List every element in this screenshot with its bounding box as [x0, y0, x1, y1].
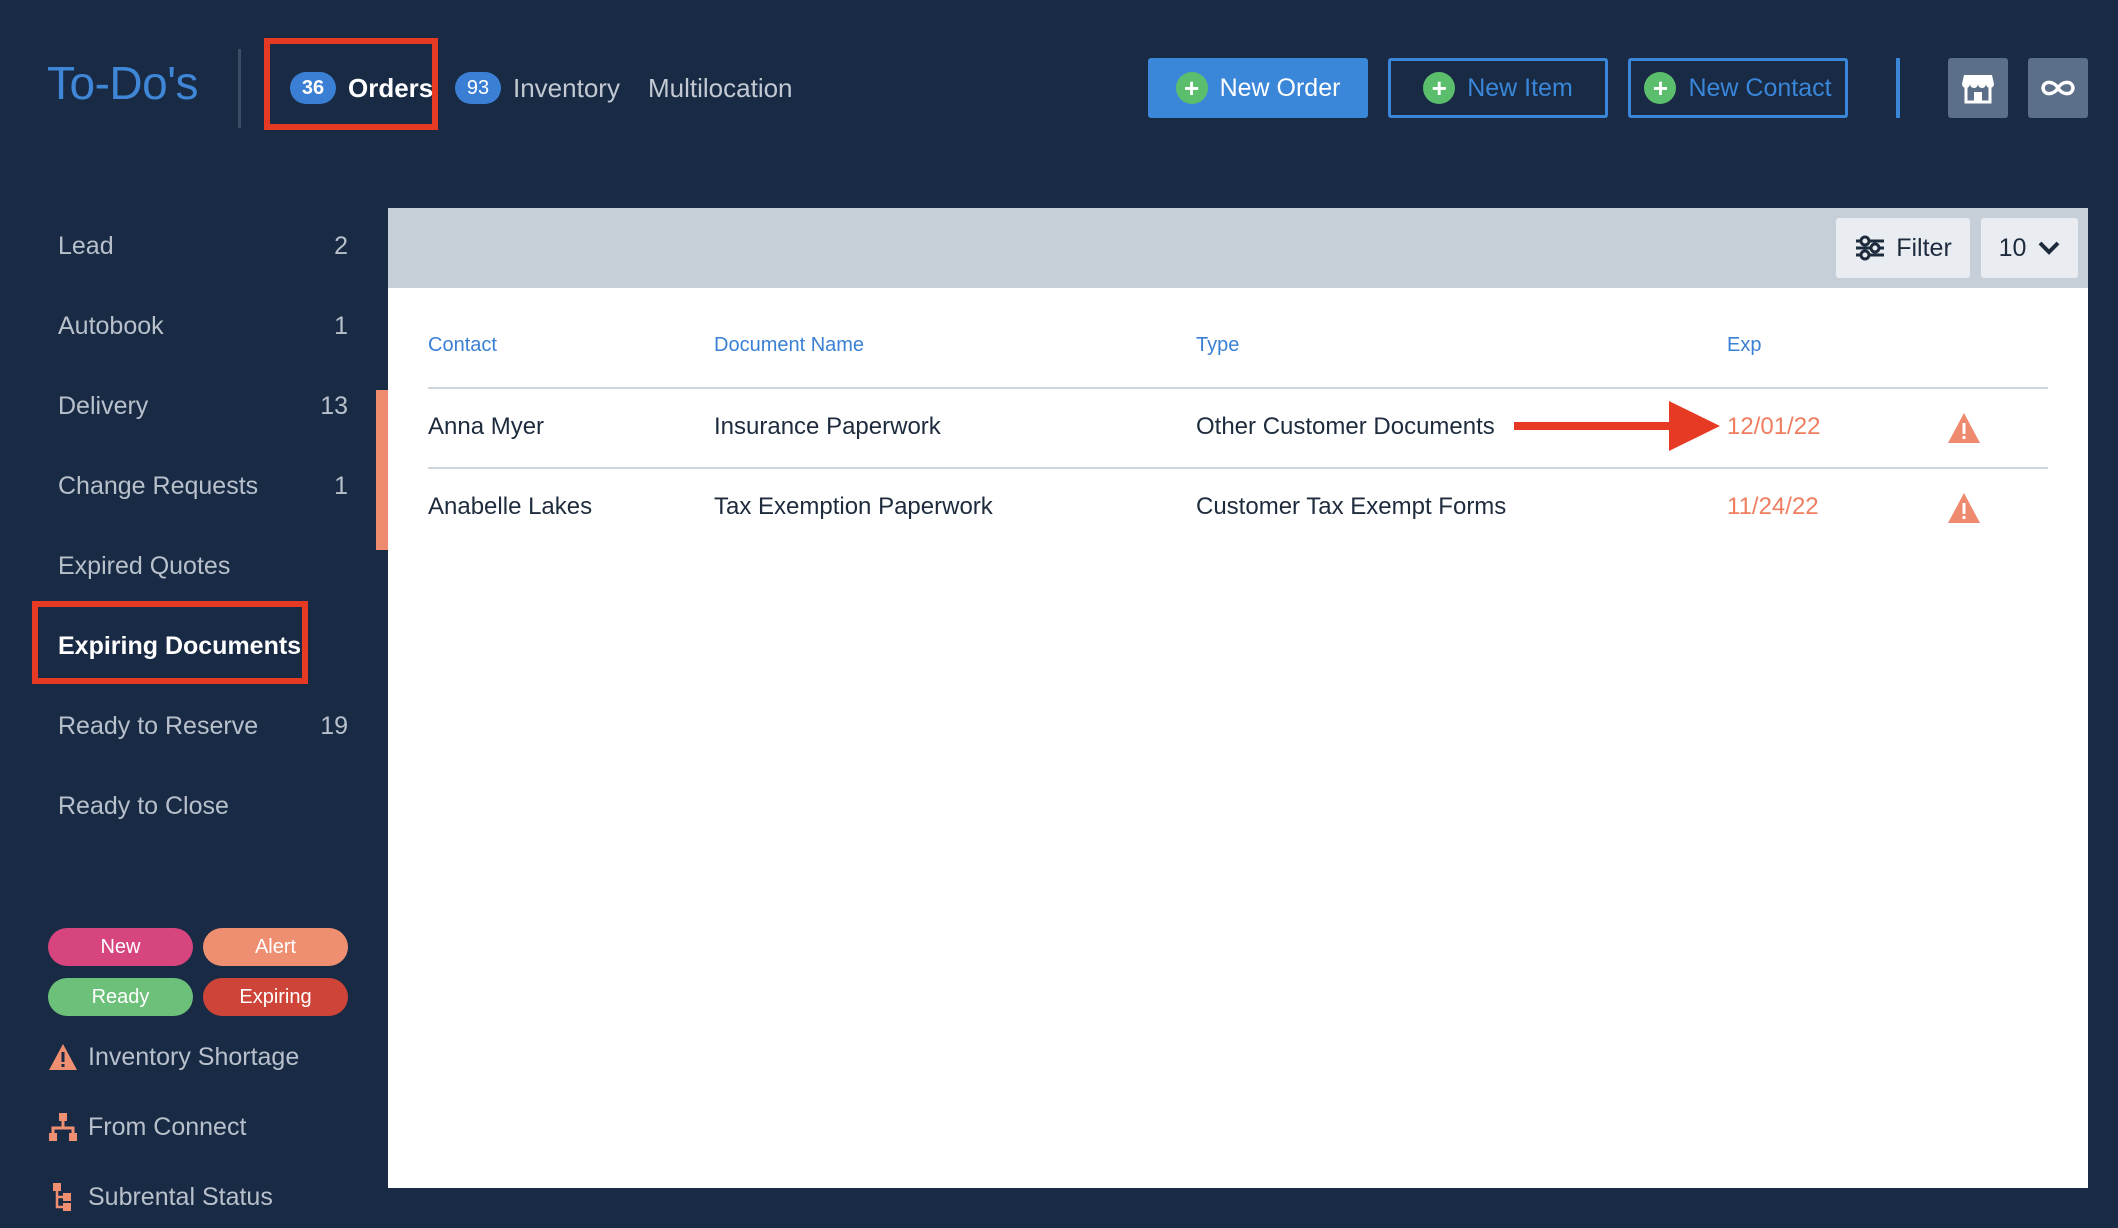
column-header-document-name[interactable]: Document Name — [714, 334, 864, 357]
subrental-icon — [46, 1180, 80, 1214]
cell-exp: 11/24/22 — [1727, 493, 1819, 520]
sidebar-item-label: Expiring Documents — [58, 631, 302, 660]
expiring-documents-panel: Filter 10 Contact Document Name Type Exp… — [388, 208, 2088, 1188]
sidebar-item-count: 1 — [334, 311, 348, 340]
cell-contact: Anabelle Lakes — [428, 493, 593, 520]
sidebar-item-label: Autobook — [58, 311, 164, 340]
sidebar-item-autobook[interactable]: Autobook 1 — [58, 306, 348, 346]
legend-subrental-status: Subrental Status — [46, 1177, 273, 1217]
legend-row-label: Inventory Shortage — [88, 1042, 300, 1071]
annotation-arrow-icon — [1514, 401, 1720, 451]
sidebar-item-count: 2 — [334, 231, 348, 260]
column-header-type[interactable]: Type — [1196, 334, 1239, 357]
new-contact-label: New Contact — [1688, 73, 1832, 102]
network-icon — [46, 1110, 80, 1144]
legend-row-label: Subrental Status — [88, 1182, 273, 1211]
new-contact-button[interactable]: + New Contact — [1628, 58, 1848, 118]
legend-ready-pill: Ready — [48, 978, 193, 1016]
filter-button[interactable]: Filter — [1836, 218, 1970, 278]
cell-document-name: Insurance Paperwork — [714, 413, 941, 440]
sidebar-item-lead[interactable]: Lead 2 — [58, 226, 348, 266]
new-order-button[interactable]: + New Order — [1148, 58, 1368, 118]
tab-inventory-label: Inventory — [513, 72, 620, 103]
plus-icon: + — [1644, 72, 1677, 104]
page-size-select[interactable]: 10 — [1981, 218, 2078, 278]
sidebar-item-count: 13 — [320, 391, 348, 420]
sidebar-item-label: Ready to Reserve — [58, 711, 259, 740]
header-divider-line — [428, 387, 2048, 389]
legend-expiring-pill: Expiring — [203, 978, 348, 1016]
cell-exp: 12/01/22 — [1727, 413, 1821, 440]
inventory-count-badge: 93 — [455, 72, 501, 104]
row-divider-line — [428, 467, 2048, 469]
tab-orders[interactable]: 36 Orders — [290, 58, 433, 118]
store-icon — [1962, 75, 1994, 104]
title-divider — [238, 49, 241, 128]
legend-new-pill: New — [48, 928, 193, 966]
sidebar-item-ready-to-reserve[interactable]: Ready to Reserve 19 — [58, 706, 348, 746]
connect-button[interactable] — [2028, 58, 2088, 118]
filter-label: Filter — [1896, 233, 1952, 262]
cell-document-name: Tax Exemption Paperwork — [714, 493, 993, 520]
page-size-value: 10 — [1998, 233, 2027, 262]
tab-inventory[interactable]: 93 Inventory — [455, 58, 620, 118]
column-header-exp[interactable]: Exp — [1727, 334, 1761, 357]
header-divider — [1896, 58, 1900, 118]
sidebar-item-label: Delivery — [58, 391, 149, 420]
new-item-button[interactable]: + New Item — [1388, 58, 1608, 118]
cell-type: Other Customer Documents — [1196, 413, 1495, 440]
sidebar-item-expired-quotes[interactable]: Expired Quotes — [58, 546, 348, 586]
sidebar-item-label: Expired Quotes — [58, 551, 231, 580]
sidebar-item-label: Lead — [58, 231, 114, 260]
column-header-contact[interactable]: Contact — [428, 334, 497, 357]
orders-count-badge: 36 — [290, 72, 336, 104]
new-order-label: New Order — [1219, 73, 1341, 102]
infinity-link-icon — [2041, 80, 2075, 96]
cell-type: Customer Tax Exempt Forms — [1196, 493, 1507, 520]
sidebar-item-label: Ready to Close — [58, 791, 229, 820]
tab-orders-label: Orders — [348, 72, 434, 103]
chevron-down-icon — [2038, 241, 2060, 255]
plus-icon: + — [1423, 72, 1456, 104]
new-item-label: New Item — [1467, 73, 1573, 102]
legend-from-connect: From Connect — [46, 1107, 246, 1147]
plus-icon: + — [1175, 72, 1208, 104]
sidebar-item-expiring-documents[interactable]: Expiring Documents — [58, 626, 348, 666]
warning-icon — [46, 1040, 80, 1074]
sidebar-item-change-requests[interactable]: Change Requests 1 — [58, 466, 348, 506]
legend-alert-pill: Alert — [203, 928, 348, 966]
warning-icon — [1948, 493, 1980, 523]
sidebar-item-label: Change Requests — [58, 471, 259, 500]
warning-icon — [1948, 413, 1980, 443]
sidebar-item-delivery[interactable]: Delivery 13 — [58, 386, 348, 426]
legend-row-label: From Connect — [88, 1112, 247, 1141]
tab-multilocation[interactable]: Multilocation — [648, 58, 793, 118]
tab-multilocation-label: Multilocation — [648, 72, 793, 103]
selection-accent-bar — [376, 390, 388, 550]
sidebar-item-ready-to-close[interactable]: Ready to Close — [58, 786, 348, 826]
cell-contact: Anna Myer — [428, 413, 545, 440]
app-title: To-Do's — [47, 57, 199, 109]
sliders-icon — [1856, 235, 1885, 261]
sidebar-item-count: 19 — [320, 711, 348, 740]
legend-inventory-shortage: Inventory Shortage — [46, 1037, 299, 1077]
store-button[interactable] — [1948, 58, 2008, 118]
table-toolbar: Filter 10 — [388, 208, 2088, 288]
sidebar-item-count: 1 — [334, 471, 348, 500]
